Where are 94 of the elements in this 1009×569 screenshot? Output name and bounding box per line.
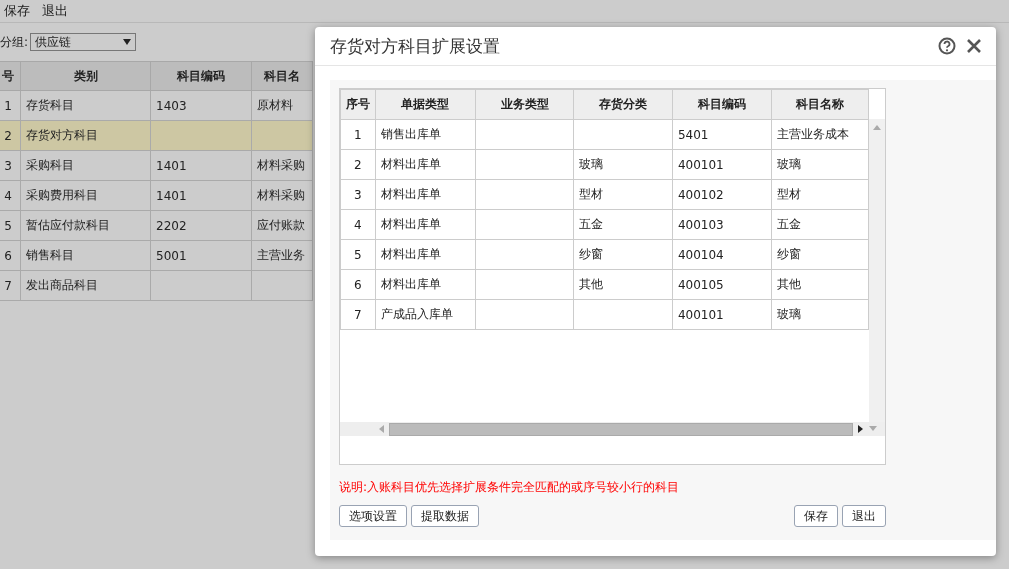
column-header: 业务类型 <box>475 89 574 120</box>
table-cell: 原材料 <box>251 90 313 121</box>
table-cell: 6 <box>0 240 21 271</box>
table-cell: 5001 <box>150 240 252 271</box>
table-cell: 主营业务成本 <box>771 119 869 150</box>
table-cell: 5401 <box>672 119 772 150</box>
table-cell: 玻璃 <box>771 149 869 180</box>
scroll-right-icon[interactable] <box>858 425 864 433</box>
table-cell <box>251 120 313 151</box>
table-cell: 3 <box>340 179 376 210</box>
table-cell: 销售科目 <box>20 240 151 271</box>
table-cell: 400103 <box>672 209 772 240</box>
scroll-down-icon[interactable] <box>869 426 877 432</box>
table-cell: 型材 <box>573 179 673 210</box>
table-cell <box>251 270 313 301</box>
help-icon[interactable] <box>938 37 956 55</box>
table-cell: 2 <box>0 120 21 151</box>
column-header: 序号 <box>340 89 376 120</box>
table-cell: 1401 <box>150 150 252 181</box>
table-cell: 1 <box>0 90 21 121</box>
table-cell: 五金 <box>771 209 869 240</box>
table-cell: 1403 <box>150 90 252 121</box>
dialog-title: 存货对方科目扩展设置 <box>330 34 501 58</box>
table-cell: 玻璃 <box>771 299 869 330</box>
column-header: 科目名称 <box>771 89 869 120</box>
table-row[interactable]: 6 销售科目 5001 主营业务 <box>0 240 313 271</box>
table-cell: 暂估应付款科目 <box>20 210 151 241</box>
table-row[interactable]: 2 存货对方科目 <box>0 120 313 151</box>
table-cell: 1401 <box>150 180 252 211</box>
table-cell: 400102 <box>672 179 772 210</box>
table-cell: 材料采购 <box>251 150 313 181</box>
scroll-up-icon[interactable] <box>873 124 882 130</box>
group-label: 分组: <box>0 33 29 51</box>
table-cell: 其他 <box>573 269 673 300</box>
column-header: 存货分类 <box>573 89 673 120</box>
note-text: 说明:入账科目优先选择扩展条件完全匹配的或序号较小行的科目 <box>339 479 681 496</box>
table-cell: 存货对方科目 <box>20 120 151 151</box>
table-cell: 产成品入库单 <box>375 299 476 330</box>
table-cell: 7 <box>340 299 376 330</box>
table-cell: 材料出库单 <box>375 179 476 210</box>
dialog-button[interactable]: 退出 <box>842 505 886 527</box>
table-cell: 采购科目 <box>20 150 151 181</box>
table-cell: 材料采购 <box>251 180 313 211</box>
close-icon[interactable] <box>966 38 982 54</box>
table-row[interactable]: 5 暂估应付款科目 2202 应付账款 <box>0 210 313 241</box>
table-cell: 5 <box>340 239 376 270</box>
table-cell: 材料出库单 <box>375 149 476 180</box>
group-select[interactable]: 供应链 <box>30 33 137 51</box>
table-cell: 4 <box>0 180 21 211</box>
column-header: 科目名 <box>251 61 313 91</box>
scroll-left-icon[interactable] <box>378 425 384 433</box>
menu-item[interactable]: 退出 <box>42 2 68 20</box>
caret-icon <box>123 39 132 45</box>
table-cell: 3 <box>0 150 21 181</box>
table-cell: 销售出库单 <box>375 119 476 150</box>
table-row[interactable]: 4 采购费用科目 1401 材料采购 <box>0 180 313 211</box>
table-cell: 应付账款 <box>251 210 313 241</box>
table-cell: 五金 <box>573 209 673 240</box>
dialog-button[interactable]: 保存 <box>794 505 838 527</box>
table-cell: 400101 <box>672 149 772 180</box>
table-cell: 型材 <box>771 179 869 210</box>
table-cell: 7 <box>0 270 21 301</box>
dialog-button[interactable]: 提取数据 <box>411 505 479 527</box>
column-header: 号 <box>0 61 21 91</box>
table-cell: 玻璃 <box>573 149 673 180</box>
table-cell: 材料出库单 <box>375 269 476 300</box>
table-cell: 400104 <box>672 239 772 270</box>
table-row[interactable]: 7 发出商品科目 <box>0 270 313 301</box>
column-header: 科目编码 <box>150 61 252 91</box>
table-cell: 2202 <box>150 210 252 241</box>
table-cell: 纱窗 <box>573 239 673 270</box>
table-cell: 1 <box>340 119 376 150</box>
table-cell: 5 <box>0 210 21 241</box>
table-cell: 发出商品科目 <box>20 270 151 301</box>
table-cell: 其他 <box>771 269 869 300</box>
table-cell: 4 <box>340 209 376 240</box>
table-cell: 400105 <box>672 269 772 300</box>
table-row[interactable]: 3 采购科目 1401 材料采购 <box>0 150 313 181</box>
vertical-scrollbar[interactable] <box>869 119 885 422</box>
table-cell: 400101 <box>672 299 772 330</box>
table-row[interactable]: 1 存货科目 1403 原材料 <box>0 90 313 121</box>
column-header: 类别 <box>20 61 151 91</box>
dialog-button[interactable]: 选项设置 <box>339 505 407 527</box>
menu-item[interactable]: 保存 <box>4 2 30 20</box>
table-cell: 6 <box>340 269 376 300</box>
table-cell: 材料出库单 <box>375 239 476 270</box>
column-header: 科目编码 <box>672 89 772 120</box>
table-cell: 纱窗 <box>771 239 869 270</box>
table-cell: 存货科目 <box>20 90 151 121</box>
table-cell: 采购费用科目 <box>20 180 151 211</box>
table-cell: 主营业务 <box>251 240 313 271</box>
table-cell: 材料出库单 <box>375 209 476 240</box>
table-cell: 2 <box>340 149 376 180</box>
column-header: 单据类型 <box>375 89 476 120</box>
